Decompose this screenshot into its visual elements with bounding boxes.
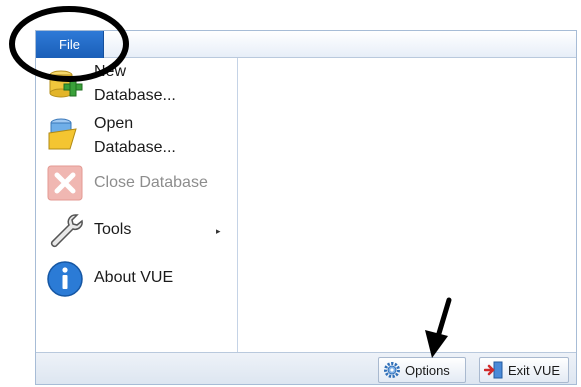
exit-door-icon	[484, 361, 503, 379]
menu-item-open-database[interactable]: Open Database...	[36, 110, 236, 160]
menu-item-about[interactable]: About VUE	[36, 258, 236, 300]
gear-icon	[384, 362, 400, 378]
new-database-icon	[49, 70, 83, 98]
open-database-icon	[48, 118, 77, 150]
info-icon	[47, 261, 83, 297]
menu-label-open-database: Open Database...	[94, 115, 176, 156]
footer-bar: Options Exit VUE	[36, 352, 576, 384]
exit-button[interactable]: Exit VUE	[479, 357, 569, 383]
exit-button-label: Exit VUE	[508, 362, 561, 378]
wrench-icon	[50, 214, 83, 248]
ribbon-bar: File	[36, 31, 576, 58]
menu-label-tools: Tools	[94, 221, 132, 238]
menu-label-close-database: Close Database	[94, 174, 208, 191]
menu-item-close-database[interactable]: Close Database	[36, 162, 236, 204]
menu-label-about: About VUE	[94, 269, 174, 286]
options-button[interactable]: Options	[378, 357, 466, 383]
submenu-arrow-icon: ▸	[216, 226, 221, 236]
file-menu-pane: New Database... Open Database... Close D…	[36, 58, 238, 352]
menu-item-new-database[interactable]: New Database...	[36, 60, 236, 110]
close-database-icon	[47, 165, 83, 201]
content-pane	[238, 58, 576, 352]
menu-label-new-database: New Database...	[94, 63, 176, 104]
backstage-window: File New Database... Open Database... Cl…	[35, 30, 577, 385]
options-button-label: Options	[405, 362, 450, 378]
menu-item-tools[interactable]: Tools ▸	[36, 210, 236, 252]
file-tab[interactable]: File	[36, 31, 104, 58]
